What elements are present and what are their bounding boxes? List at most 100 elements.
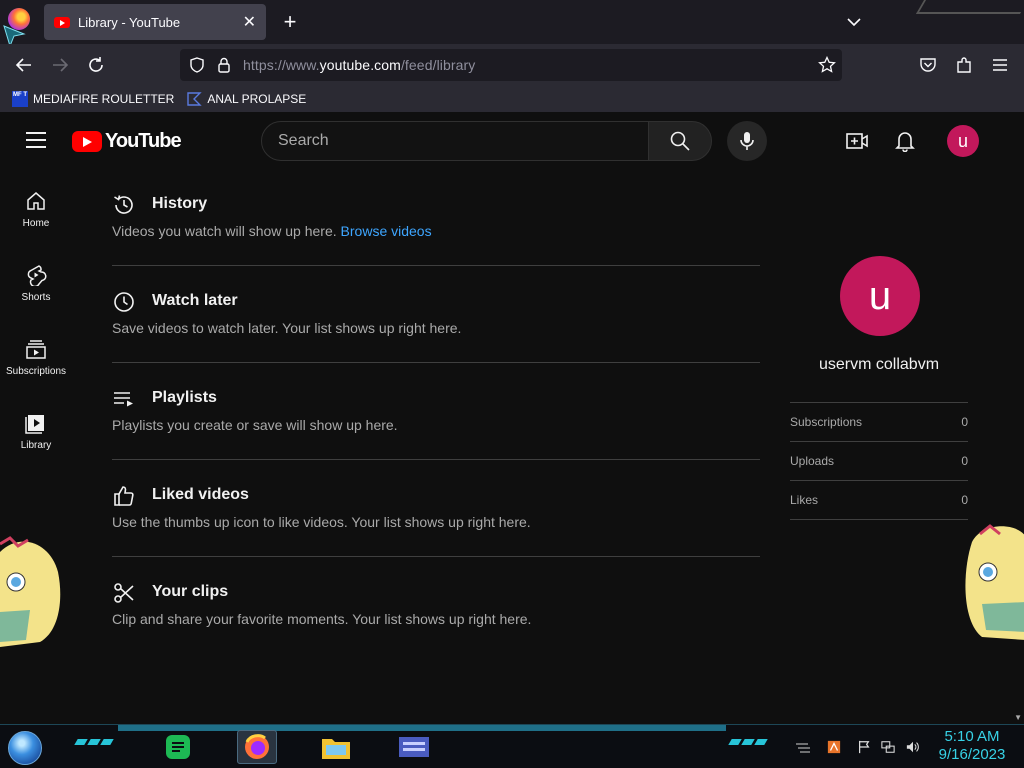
youtube-logo[interactable]: YouTube [72,130,182,153]
taskbar-decoration-left [74,739,114,745]
create-video-icon [846,133,868,149]
bookmark-star-icon[interactable] [818,56,836,74]
youtube-page: YouTube Search u Home Shorts Subscriptio… [0,112,1024,724]
reload-button[interactable] [83,52,109,78]
youtube-favicon-icon [54,16,70,28]
forward-button[interactable] [47,52,73,78]
tab-title: Library - YouTube [78,14,181,30]
bookmark-mediafire-rouletter[interactable]: MF T MEDIAFIRE ROULETTER [12,91,174,107]
browser-navigation-bar: https://www.youtube.com/feed/library [0,44,1024,86]
profile-avatar[interactable]: u [840,256,920,336]
search-button[interactable] [648,121,712,161]
guide-item-shorts[interactable]: Shorts [0,242,72,316]
section-title[interactable]: Watch later [152,292,238,310]
youtube-wordmark: YouTube [105,130,182,152]
stat-label: Subscriptions [790,415,863,429]
section-description-text: Videos you watch will show up here. [112,223,341,239]
lock-icon[interactable] [217,57,231,73]
network-icon[interactable] [880,740,896,754]
browser-tab[interactable]: Library - YouTube ✕ [44,4,266,40]
section-divider [112,362,760,363]
scroll-down-arrow-icon[interactable]: ▼ [1014,713,1022,722]
browser-tab-strip: Library - YouTube ✕ + [0,0,1024,48]
guide-label: Home [22,218,50,229]
clock-date: 9/16/2023 [938,746,1006,763]
section-description: Playlists you create or save will show u… [112,417,398,433]
profile-name: uservm collabvm [818,356,940,373]
guide-item-home[interactable]: Home [0,168,72,242]
stat-value: 0 [961,415,968,429]
notes-app-icon [166,735,190,759]
guide-item-library[interactable]: Library [0,390,72,464]
account-avatar-button[interactable]: u [947,125,979,157]
address-bar[interactable]: https://www.youtube.com/feed/library [180,49,842,81]
start-button[interactable] [8,731,42,765]
taskbar-app-firefox[interactable] [237,730,277,764]
app-window-icon [399,737,429,757]
wallpaper-character-right [965,524,1024,640]
hamburger-menu-icon [993,59,1007,71]
section-title[interactable]: Your clips [152,583,228,601]
guide-label: Library [20,440,52,451]
wallpaper-character-left [0,536,61,647]
taskbar-decoration-right [728,739,768,745]
notifications-button[interactable] [893,129,917,153]
pocket-icon [920,58,936,72]
section-divider [112,556,760,557]
taskbar-app-window[interactable] [394,730,434,764]
url-text[interactable]: https://www.youtube.com/feed/library [243,57,475,73]
clock-time: 5:10 AM [944,728,1000,745]
back-button[interactable] [11,52,37,78]
section-description: Save videos to watch later. Your list sh… [112,320,462,336]
taskbar-app-notes[interactable] [158,730,198,764]
youtube-play-icon [72,131,102,152]
stat-label: Likes [790,493,819,507]
bell-icon [895,132,915,152]
clock-icon [114,292,134,312]
pocket-button[interactable] [915,52,941,78]
tray-app-icon[interactable] [826,740,842,754]
url-prefix: https://www. [243,57,320,73]
taskbar-app-file-explorer[interactable] [316,730,356,764]
section-divider [112,265,760,266]
search-input[interactable] [262,122,648,160]
microphone-icon [740,132,754,150]
shield-icon[interactable] [189,57,205,73]
tray-menu-icon[interactable] [794,740,810,754]
section-title[interactable]: Playlists [152,389,217,407]
search-icon [670,131,690,151]
thumbs-up-icon [114,486,134,506]
guide-item-subscriptions[interactable]: Subscriptions [0,316,72,390]
section-title[interactable]: Liked videos [152,486,249,504]
firefox-icon [245,734,269,759]
list-all-tabs-icon[interactable] [842,10,866,34]
guide-menu-button[interactable] [26,132,46,148]
section-description: Use the thumbs up icon to like videos. Y… [112,514,531,530]
create-button[interactable] [845,129,869,153]
library-icon [25,415,44,434]
back-arrow-icon [15,58,31,72]
reload-icon [89,57,103,72]
section-description: Clip and share your favorite moments. Yo… [112,611,532,627]
url-domain: youtube.com [319,57,401,73]
bookmark-anal-prolapse[interactable]: ANAL PROLAPSE [186,91,306,107]
close-tab-icon[interactable]: ✕ [243,12,256,32]
section-description: Videos you watch will show up here. Brow… [112,223,432,239]
volume-icon[interactable] [905,740,921,754]
subscriptions-icon [26,340,46,359]
stat-value: 0 [961,493,968,507]
section-title[interactable]: History [152,195,207,213]
flag-icon[interactable] [856,740,872,754]
bookmarks-toolbar: MF T MEDIAFIRE ROULETTER ANAL PROLAPSE [0,86,1024,112]
browse-videos-link[interactable]: Browse videos [341,223,432,239]
puzzle-icon [957,57,971,73]
stat-row-subscriptions: Subscriptions 0 [790,402,968,441]
voice-search-button[interactable] [727,121,767,161]
taskbar: 5:10 AM 9/16/2023 [0,724,1024,768]
stat-divider [790,519,968,520]
taskbar-clock[interactable]: 5:10 AM 9/16/2023 [930,728,1014,764]
bookmark-label: ANAL PROLAPSE [207,92,307,106]
new-tab-button[interactable]: + [278,8,302,36]
extensions-button[interactable] [951,52,977,78]
app-menu-button[interactable] [987,52,1013,78]
